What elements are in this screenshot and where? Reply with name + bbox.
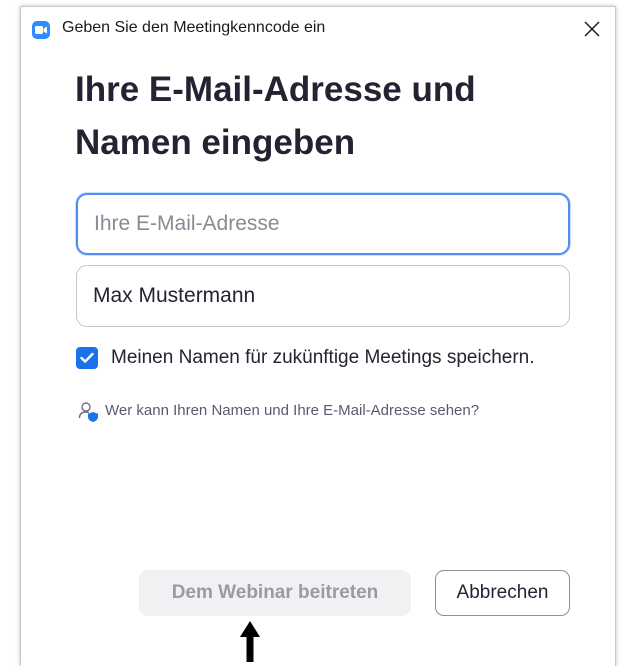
zoom-camera-icon [32, 21, 50, 39]
join-dialog-window: Geben Sie den Meetingkenncode ein Ihre E… [20, 6, 616, 666]
check-icon [80, 352, 94, 363]
page-title-line-2: Namen eingeben [75, 123, 356, 162]
email-input[interactable] [76, 193, 570, 255]
remember-name-checkbox[interactable] [76, 347, 98, 369]
arrow-up-icon [240, 621, 260, 662]
privacy-info-link[interactable]: Wer kann Ihren Namen und Ihre E-Mail-Adr… [105, 402, 479, 419]
close-button[interactable] [575, 13, 609, 45]
title-bar: Geben Sie den Meetingkenncode ein [21, 7, 615, 49]
join-webinar-button[interactable]: Dem Webinar beitreten [139, 570, 411, 616]
page-title-line-1: Ihre E-Mail-Adresse und [75, 70, 476, 109]
cancel-button[interactable]: Abbrechen [435, 570, 570, 616]
name-input[interactable] [76, 265, 570, 327]
page-title: Ihre E-Mail-Adresse und Namen eingeben [75, 63, 595, 169]
window-title: Geben Sie den Meetingkenncode ein [62, 19, 326, 36]
user-shield-icon [78, 402, 98, 422]
close-icon [584, 21, 600, 37]
remember-name-label[interactable]: Meinen Namen für zukünftige Meetings spe… [111, 347, 535, 369]
